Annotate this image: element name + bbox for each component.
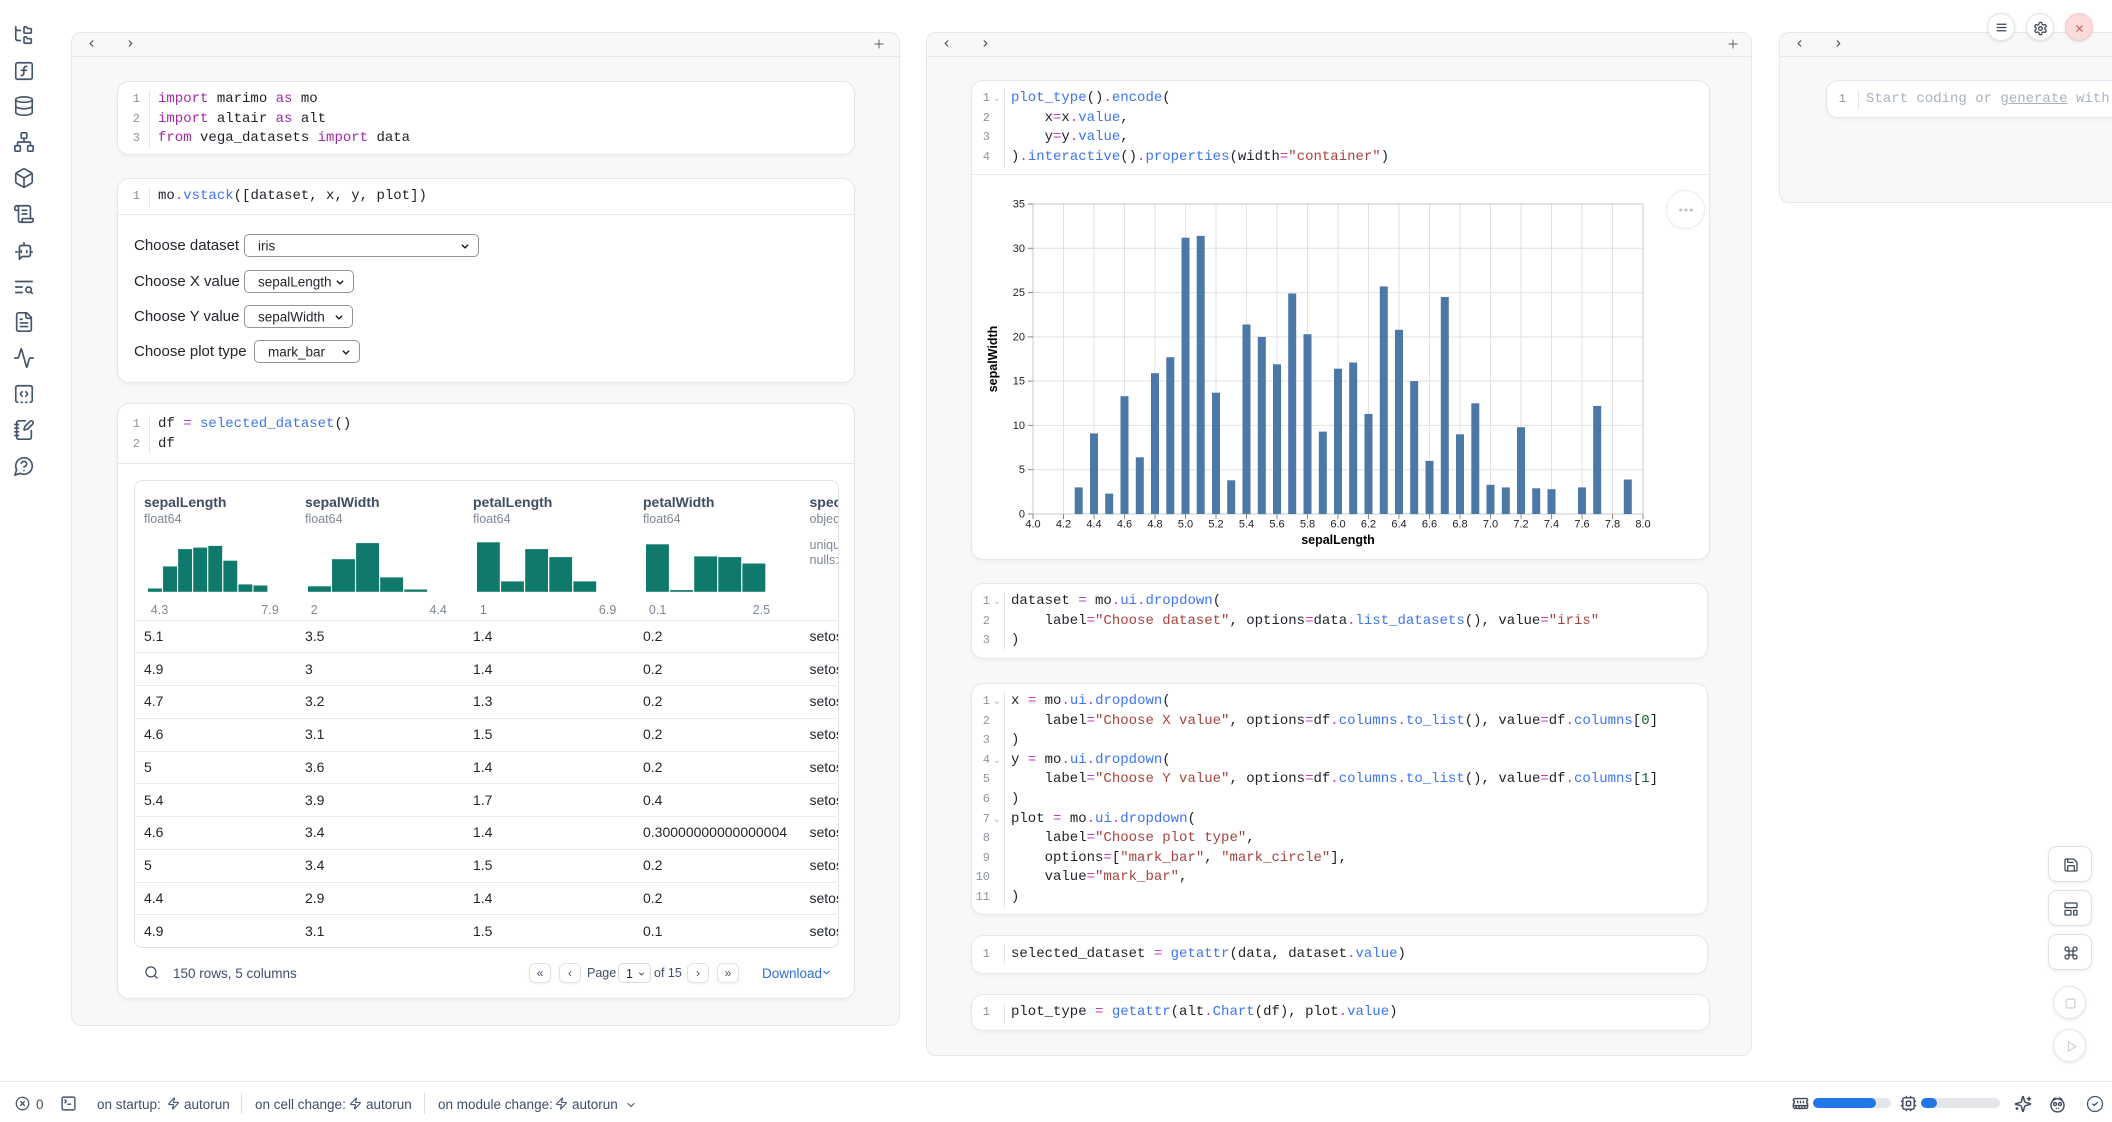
svg-text:7.4: 7.4 bbox=[1544, 519, 1559, 531]
svg-text:6.4: 6.4 bbox=[1391, 519, 1406, 531]
svg-text:4.2: 4.2 bbox=[1056, 519, 1071, 531]
svg-text:20: 20 bbox=[1013, 331, 1025, 343]
svg-text:7.2: 7.2 bbox=[1513, 519, 1528, 531]
svg-text:6.6: 6.6 bbox=[1422, 519, 1437, 531]
svg-text:6.0: 6.0 bbox=[1330, 519, 1345, 531]
svg-text:7.8: 7.8 bbox=[1605, 519, 1620, 531]
svg-text:6.2: 6.2 bbox=[1361, 519, 1376, 531]
svg-text:sepalWidth: sepalWidth bbox=[986, 326, 1000, 393]
svg-text:8.0: 8.0 bbox=[1635, 519, 1650, 531]
svg-text:5: 5 bbox=[1019, 464, 1025, 476]
svg-text:5.4: 5.4 bbox=[1239, 519, 1254, 531]
svg-text:7.6: 7.6 bbox=[1574, 519, 1589, 531]
svg-text:25: 25 bbox=[1013, 287, 1025, 299]
svg-text:4.6: 4.6 bbox=[1117, 519, 1132, 531]
svg-text:sepalLength: sepalLength bbox=[1301, 533, 1375, 547]
svg-text:5.6: 5.6 bbox=[1269, 519, 1284, 531]
svg-text:30: 30 bbox=[1013, 243, 1025, 255]
svg-text:4.0: 4.0 bbox=[1025, 519, 1040, 531]
svg-text:6.8: 6.8 bbox=[1452, 519, 1467, 531]
svg-text:4.8: 4.8 bbox=[1147, 519, 1162, 531]
svg-text:5.8: 5.8 bbox=[1300, 519, 1315, 531]
svg-text:5.2: 5.2 bbox=[1208, 519, 1223, 531]
svg-text:10: 10 bbox=[1013, 420, 1025, 432]
svg-text:35: 35 bbox=[1013, 199, 1025, 211]
svg-text:7.0: 7.0 bbox=[1483, 519, 1498, 531]
svg-text:4.4: 4.4 bbox=[1086, 519, 1101, 531]
svg-text:0: 0 bbox=[1019, 509, 1025, 521]
svg-text:15: 15 bbox=[1013, 376, 1025, 388]
svg-text:5.0: 5.0 bbox=[1178, 519, 1193, 531]
